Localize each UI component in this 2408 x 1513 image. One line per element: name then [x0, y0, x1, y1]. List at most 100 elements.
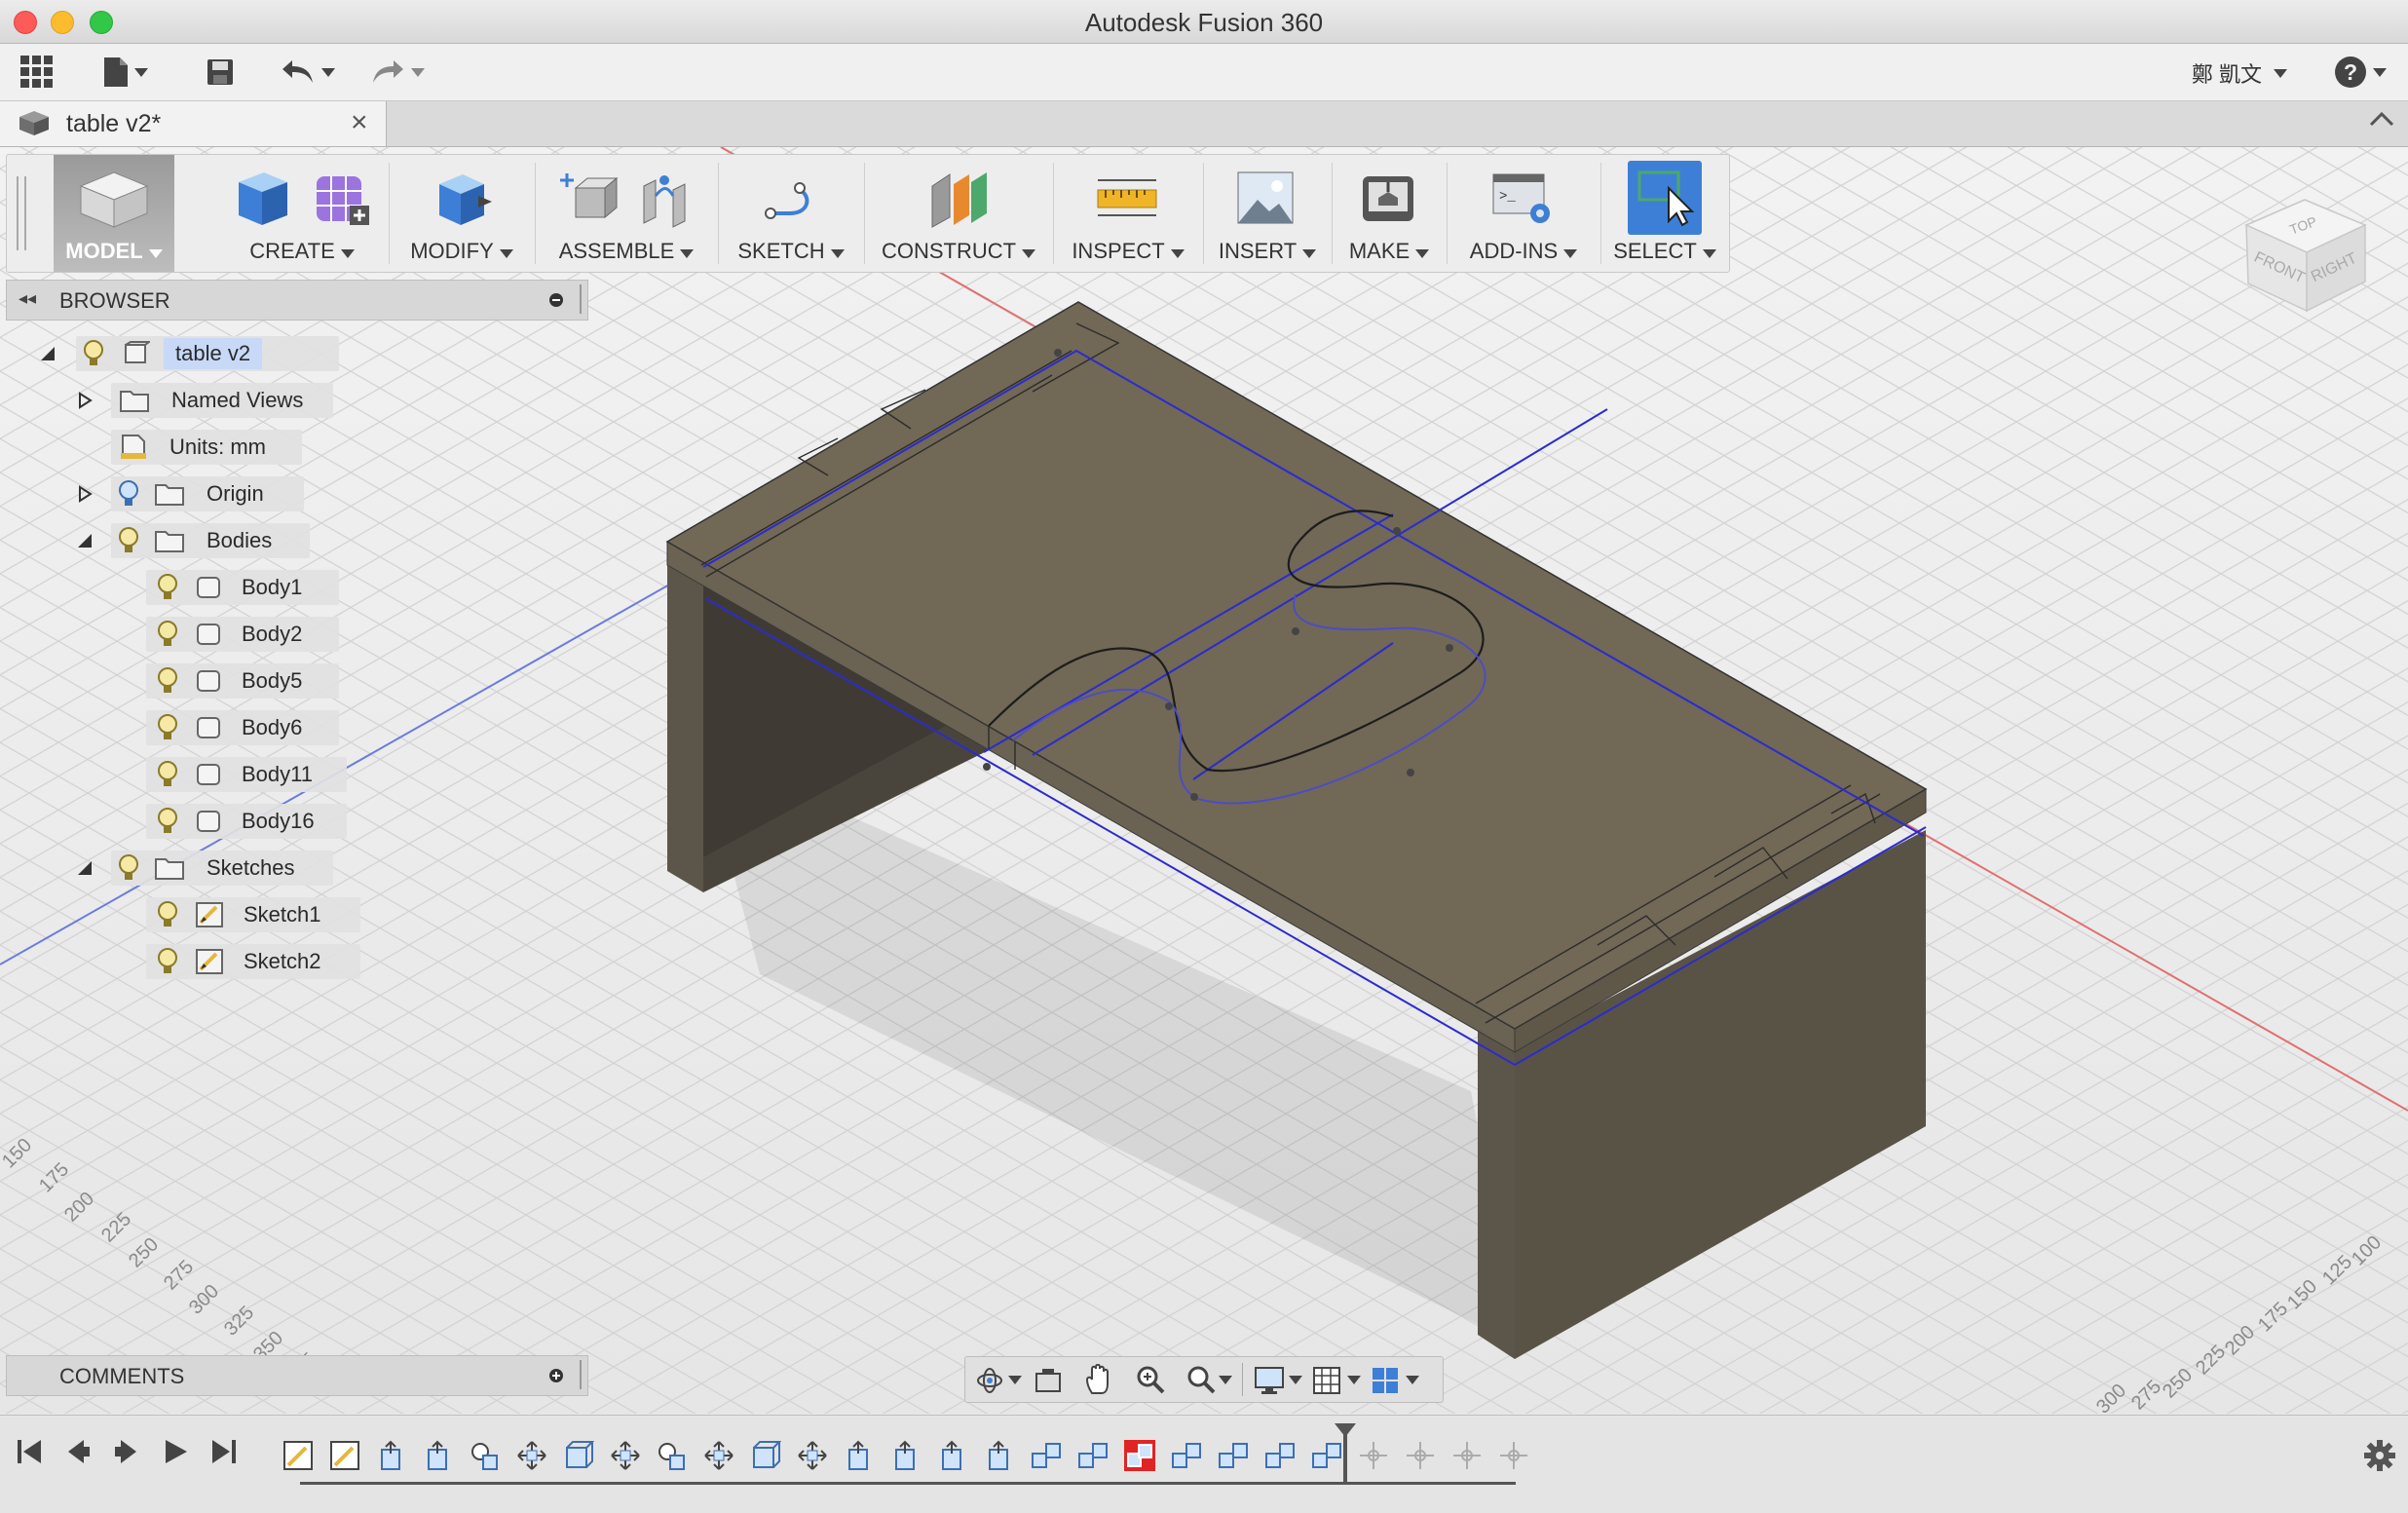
lightbulb-icon[interactable]: [156, 760, 179, 789]
inspect-menu[interactable]: INSPECT: [1057, 155, 1199, 272]
lightbulb-icon[interactable]: [156, 713, 179, 742]
timeline-extrude-icon[interactable]: [423, 1440, 454, 1471]
timeline-play-icon[interactable]: [113, 1437, 140, 1466]
model-workspace-icon: [79, 171, 149, 228]
lightbulb-icon[interactable]: [156, 573, 179, 602]
timeline-joint-icon[interactable]: [1031, 1440, 1062, 1471]
timeline-joint-icon[interactable]: [1264, 1440, 1296, 1471]
panel-grip[interactable]: [580, 284, 584, 314]
save-button[interactable]: [207, 54, 234, 91]
construct-menu[interactable]: CONSTRUCT: [868, 155, 1049, 272]
help-button[interactable]: ?: [2334, 56, 2387, 89]
display-settings-icon[interactable]: [1254, 1366, 1285, 1395]
lightbulb-icon[interactable]: [82, 339, 105, 368]
minimize-panel-icon[interactable]: [548, 292, 564, 308]
timeline-move-icon[interactable]: [1405, 1440, 1436, 1471]
zoom-icon[interactable]: [1135, 1364, 1166, 1395]
workspace-model-button[interactable]: MODEL: [54, 155, 174, 272]
add-comment-icon[interactable]: [548, 1368, 564, 1383]
timeline-move-icon[interactable]: [703, 1440, 734, 1471]
expanded-triangle-icon[interactable]: [39, 345, 56, 362]
view-cube[interactable]: TOP FRONT RIGHT: [2237, 186, 2383, 322]
lightbulb-icon[interactable]: [156, 620, 179, 649]
canvas-viewport[interactable]: 150 175 200 225 250 275 300 325 350 375 …: [0, 147, 2408, 1414]
timeline-box-icon[interactable]: [750, 1440, 781, 1471]
comments-panel[interactable]: COMMENTS: [6, 1355, 588, 1396]
timeline-move-icon[interactable]: [1451, 1440, 1483, 1471]
look-at-icon[interactable]: [1034, 1366, 1063, 1395]
collapse-panel-icon[interactable]: ◂◂: [19, 288, 36, 309]
timeline-extrude-icon[interactable]: [376, 1440, 407, 1471]
lightbulb-icon[interactable]: [117, 479, 140, 509]
expanded-triangle-icon[interactable]: [76, 532, 94, 549]
timeline-combine-icon[interactable]: [470, 1440, 501, 1471]
pan-hand-icon[interactable]: [1084, 1364, 1113, 1395]
user-account-button[interactable]: 鄭 凱文: [2192, 57, 2287, 89]
timeline-marker[interactable]: [1335, 1423, 1356, 1484]
timeline-first-icon[interactable]: [16, 1437, 43, 1466]
timeline-extrude-icon[interactable]: [844, 1440, 875, 1471]
timeline-box-icon[interactable]: [563, 1440, 594, 1471]
file-menu-button[interactable]: [103, 54, 148, 91]
lightbulb-icon[interactable]: [156, 666, 179, 696]
data-panel-button[interactable]: [19, 54, 55, 91]
insert-menu[interactable]: INSERT: [1207, 155, 1328, 272]
lightbulb-icon[interactable]: [156, 900, 179, 929]
undo-icon: [282, 60, 313, 83]
modify-menu[interactable]: MODIFY: [393, 155, 531, 272]
collapsed-triangle-icon[interactable]: [76, 485, 94, 503]
collapse-ribbon-button[interactable]: [2369, 109, 2394, 135]
timeline-next-icon[interactable]: [162, 1437, 189, 1466]
timeline-move-icon[interactable]: [610, 1440, 641, 1471]
viewports-icon[interactable]: [1371, 1366, 1400, 1395]
timeline-joint-icon[interactable]: [1311, 1440, 1342, 1471]
collapsed-triangle-icon[interactable]: [76, 392, 94, 409]
chevron-down-icon[interactable]: [1406, 1376, 1419, 1384]
make-menu[interactable]: MAKE: [1336, 155, 1443, 272]
select-menu[interactable]: SELECT: [1604, 155, 1725, 272]
sketch-menu[interactable]: SKETCH: [722, 155, 860, 272]
chevron-down-icon[interactable]: [1347, 1376, 1361, 1384]
timeline-last-icon[interactable]: [210, 1437, 238, 1466]
timeline-sketch-icon[interactable]: [282, 1440, 314, 1471]
timeline-sketch-icon[interactable]: [329, 1440, 360, 1471]
expanded-triangle-icon[interactable]: [76, 859, 94, 877]
timeline-combine-icon[interactable]: [657, 1440, 688, 1471]
close-tab-icon[interactable]: ×: [351, 108, 368, 137]
grid-settings-icon[interactable]: [1312, 1366, 1341, 1395]
timeline-extrude-icon[interactable]: [890, 1440, 922, 1471]
ribbon-separator: [864, 163, 865, 264]
timeline-joint-error-icon[interactable]: [1124, 1440, 1155, 1471]
document-tab[interactable]: table v2* ×: [0, 101, 387, 146]
ribbon-grip[interactable]: [17, 176, 26, 250]
add-ins-menu[interactable]: >_ ADD-INS: [1450, 155, 1597, 272]
timeline-joint-icon[interactable]: [1077, 1440, 1109, 1471]
timeline-extrude-icon[interactable]: [937, 1440, 968, 1471]
zoom-window-icon[interactable]: [1185, 1364, 1217, 1395]
timeline-joint-icon[interactable]: [1171, 1440, 1202, 1471]
undo-button[interactable]: [281, 54, 335, 91]
timeline-previous-icon[interactable]: [64, 1437, 92, 1466]
ribbon-separator: [1053, 163, 1054, 264]
panel-grip[interactable]: [580, 1360, 584, 1389]
orbit-icon[interactable]: [975, 1366, 1004, 1395]
create-menu[interactable]: CREATE: [219, 155, 385, 272]
tree-root-label[interactable]: table v2: [164, 338, 263, 369]
chevron-down-icon[interactable]: [1289, 1376, 1302, 1384]
timeline-joint-icon[interactable]: [1218, 1440, 1249, 1471]
lightbulb-icon[interactable]: [156, 947, 179, 976]
timeline-move-icon[interactable]: [797, 1440, 828, 1471]
chevron-down-icon[interactable]: [1008, 1376, 1022, 1384]
lightbulb-icon[interactable]: [117, 853, 140, 883]
chevron-down-icon: [1170, 249, 1185, 258]
timeline-move-icon[interactable]: [516, 1440, 547, 1471]
assemble-menu[interactable]: ASSEMBLE: [539, 155, 714, 272]
timeline-move-icon[interactable]: [1498, 1440, 1529, 1471]
timeline-settings-gear-icon[interactable]: [2363, 1439, 2396, 1472]
chevron-down-icon[interactable]: [1219, 1376, 1232, 1384]
lightbulb-icon[interactable]: [117, 526, 140, 555]
timeline-move-icon[interactable]: [1358, 1440, 1389, 1471]
timeline-extrude-icon[interactable]: [984, 1440, 1015, 1471]
redo-button[interactable]: [370, 54, 425, 91]
lightbulb-icon[interactable]: [156, 807, 179, 836]
